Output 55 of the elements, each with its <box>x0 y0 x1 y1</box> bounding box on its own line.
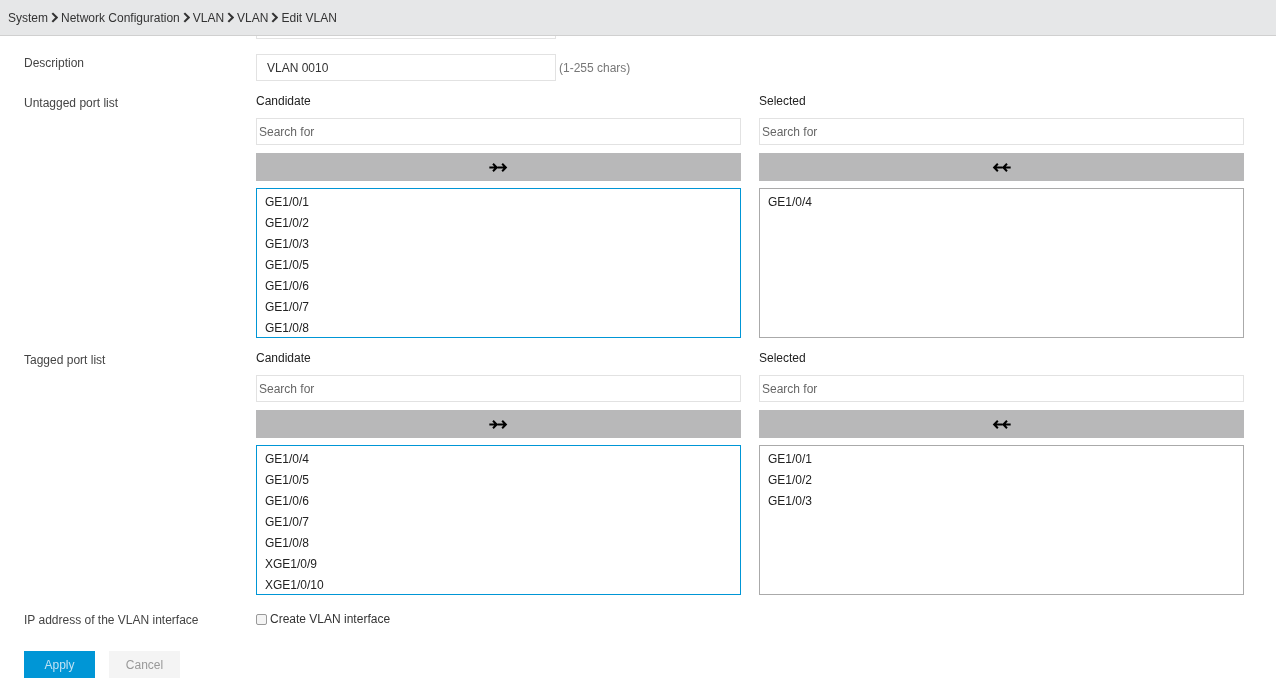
port-item[interactable]: GE1/0/2 <box>265 213 732 234</box>
port-item[interactable]: GE1/0/6 <box>265 276 732 297</box>
port-listbox[interactable]: GE1/0/4 GE1/0/5 GE1/0/6 GE1/0/7 GE1/0/8 XGE1/0/9 XGE1/0/10 <box>256 445 741 595</box>
port-listbox[interactable]: GE1/0/4 <box>759 188 1244 338</box>
port-listbox[interactable]: GE1/0/1 GE1/0/2 GE1/0/3 GE1/0/5 GE1/0/6 GE1/0/7 GE1/0/8 <box>256 188 741 338</box>
field-label: Tagged port list <box>24 352 107 369</box>
chevron-right-icon <box>271 12 279 23</box>
port-item[interactable]: GE1/0/1 <box>768 449 1235 470</box>
breadcrumb-link[interactable]: System <box>8 10 48 25</box>
port-item[interactable]: GE1/0/8 <box>265 533 732 554</box>
chevron-right-icon <box>227 12 235 23</box>
search-field[interactable]: Search for <box>759 118 1244 145</box>
panel-title: Selected <box>759 350 807 367</box>
port-item[interactable]: GE1/0/5 <box>265 470 732 491</box>
field-label: Untagged port list <box>24 95 120 112</box>
move-button[interactable] <box>759 153 1244 181</box>
breadcrumb-link[interactable]: VLAN <box>192 10 225 25</box>
double-arrow-right-icon <box>488 418 509 430</box>
double-arrow-right-icon <box>488 161 509 173</box>
chevron-right-icon <box>51 12 58 23</box>
panel-title: Candidate <box>256 350 312 367</box>
search-field[interactable]: Search for <box>256 375 741 402</box>
panel-title: Selected <box>759 93 807 110</box>
port-item[interactable]: GE1/0/7 <box>265 297 732 318</box>
port-item[interactable]: GE1/0/8 <box>265 318 732 337</box>
checkbox-label[interactable]: Create VLAN interface <box>270 612 391 626</box>
port-item[interactable]: GE1/0/3 <box>265 234 732 255</box>
port-item[interactable]: GE1/0/5 <box>265 255 732 276</box>
field-label: IP address of the VLAN interface <box>24 612 200 629</box>
port-item[interactable]: XGE1/0/10 <box>265 575 732 594</box>
double-arrow-left-icon <box>991 161 1012 173</box>
panel-title: Candidate <box>256 93 312 110</box>
move-button[interactable] <box>256 410 741 438</box>
hint-text: (1-255 chars) <box>559 60 631 75</box>
checkbox[interactable] <box>256 613 267 625</box>
port-item[interactable]: GE1/0/6 <box>265 491 732 512</box>
breadcrumb-link[interactable]: VLAN <box>237 10 269 25</box>
search-field[interactable]: Search for <box>256 118 741 145</box>
port-item[interactable]: GE1/0/4 <box>768 192 1235 213</box>
field-label: Description <box>24 55 86 72</box>
port-item[interactable]: XGE1/0/9 <box>265 554 732 575</box>
chevron-right-icon <box>182 12 190 23</box>
breadcrumb-link[interactable]: Edit VLAN <box>281 10 337 25</box>
port-item[interactable]: GE1/0/3 <box>768 491 1235 512</box>
port-item[interactable]: GE1/0/1 <box>265 192 732 213</box>
port-item[interactable]: GE1/0/7 <box>265 512 732 533</box>
move-button[interactable] <box>759 410 1244 438</box>
move-button[interactable] <box>256 153 741 181</box>
port-item[interactable]: GE1/0/4 <box>265 449 732 470</box>
breadcrumb-link[interactable]: Network Configuration <box>61 10 180 25</box>
port-item[interactable]: GE1/0/2 <box>768 470 1235 491</box>
port-listbox[interactable]: GE1/0/1 GE1/0/2 GE1/0/3 <box>759 445 1244 595</box>
search-field[interactable]: Search for <box>759 375 1244 402</box>
description-field[interactable]: VLAN 0010 <box>256 54 556 81</box>
double-arrow-left-icon <box>991 418 1012 430</box>
